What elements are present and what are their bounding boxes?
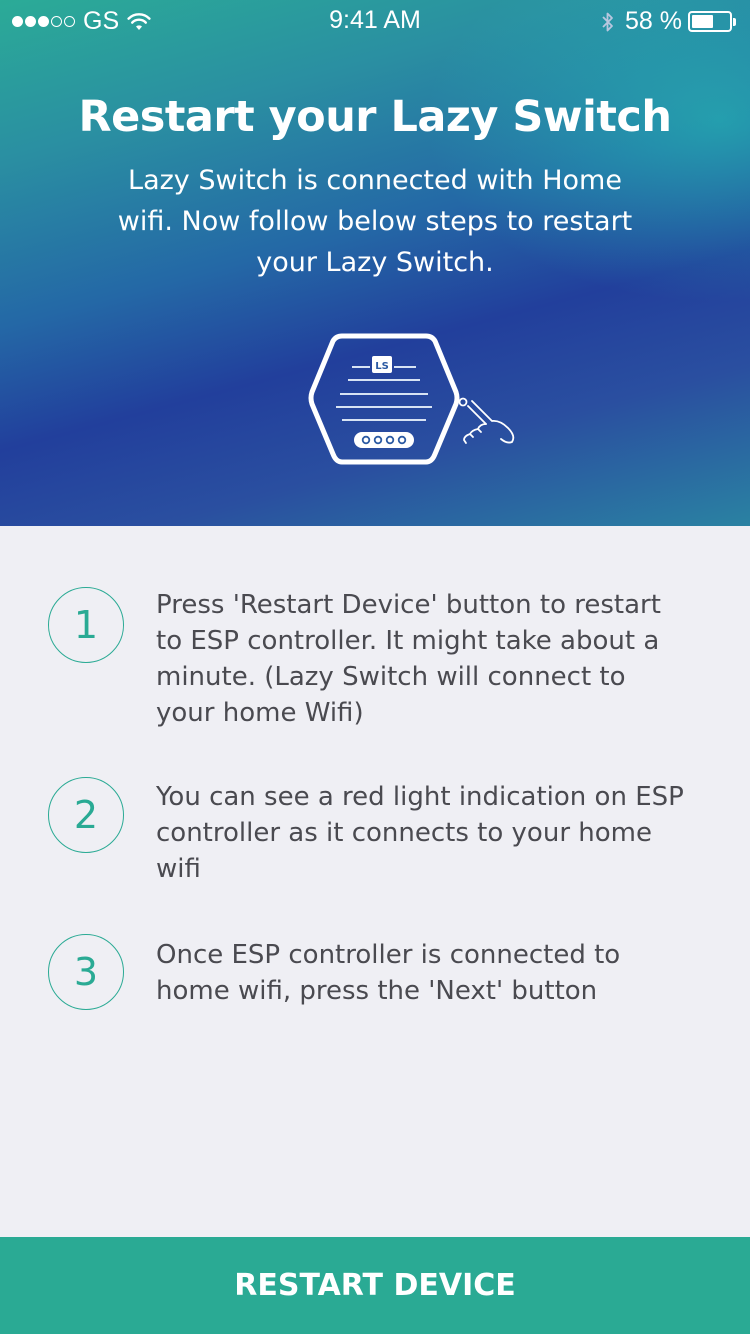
status-bar: GS 9:41 AM 58 % bbox=[0, 0, 750, 40]
battery-icon bbox=[688, 11, 736, 32]
step-number: 2 bbox=[48, 777, 124, 853]
battery-percent: 58 % bbox=[625, 7, 682, 35]
page-title: Restart your Lazy Switch bbox=[78, 92, 672, 142]
hexagon-device-icon: LS bbox=[308, 333, 515, 465]
device-illustration: LS bbox=[300, 330, 530, 470]
battery-tip bbox=[733, 17, 736, 26]
battery-body bbox=[688, 11, 732, 32]
restart-screen: GS 9:41 AM 58 % Restart your Lazy Switch… bbox=[0, 0, 750, 1334]
header-banner: GS 9:41 AM 58 % Restart your Lazy Switch… bbox=[0, 0, 750, 526]
step-text: You can see a red light indication on ES… bbox=[156, 782, 684, 884]
pointing-hand-icon bbox=[458, 397, 515, 444]
page-subtitle: Lazy Switch is connected with Home wifi.… bbox=[117, 165, 633, 278]
step-number: 3 bbox=[48, 934, 124, 1010]
restart-device-button[interactable]: RESTART DEVICE bbox=[0, 1237, 750, 1334]
status-right: 58 % bbox=[601, 7, 736, 36]
bluetooth-icon bbox=[601, 11, 615, 33]
battery-fill bbox=[692, 15, 713, 28]
ls-badge-text: LS bbox=[375, 361, 389, 372]
step-text: Once ESP controller is connected to home… bbox=[156, 940, 621, 1006]
step-text: Press 'Restart Device' button to restart… bbox=[156, 590, 661, 728]
step-number: 1 bbox=[48, 587, 124, 663]
